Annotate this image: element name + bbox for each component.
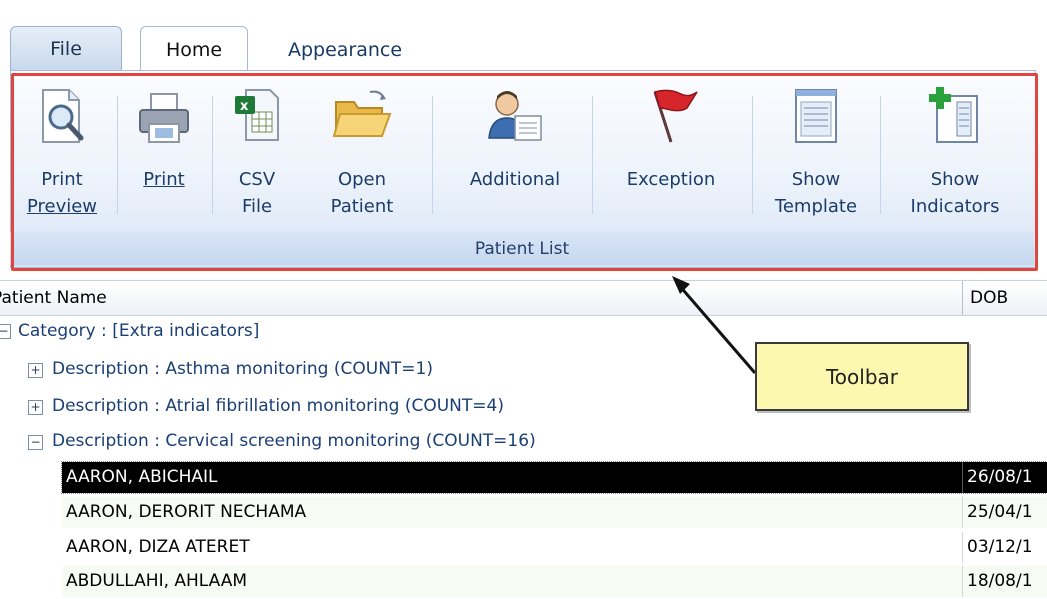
description-label: Description : Cervical screening monitor…	[52, 431, 536, 451]
dob-cell: 03/12/1	[962, 532, 1047, 563]
dob-cell: 26/08/1	[962, 462, 1047, 493]
expand-icon[interactable]: +	[28, 400, 43, 415]
dob-cell: 18/08/1	[962, 566, 1047, 597]
grid-header: Patient Name DOB	[0, 280, 1047, 316]
category-label: Category : [Extra indicators]	[18, 321, 260, 341]
column-header-dob[interactable]: DOB	[970, 288, 1008, 308]
patient-name-cell: ABDULLAHI, AHLAAM	[66, 571, 248, 591]
patient-name-cell: AARON, DIZA ATERET	[66, 537, 250, 557]
toolbar-highlight-box	[11, 73, 1038, 271]
collapse-icon[interactable]: −	[28, 435, 43, 450]
collapse-icon[interactable]: −	[0, 324, 11, 339]
expand-icon[interactable]: +	[28, 363, 43, 378]
table-row[interactable]: ABDULLAHI, AHLAAM 18/08/1	[62, 566, 1047, 597]
description-label: Description : Atrial fibrillation monito…	[52, 396, 504, 416]
patient-name-cell: AARON, DERORIT NECHAMA	[66, 502, 307, 522]
patient-name-cell: AARON, ABICHAIL	[66, 467, 218, 487]
tab-home[interactable]: Home	[140, 26, 248, 73]
dob-cell: 25/04/1	[962, 497, 1047, 528]
table-row[interactable]: AARON, DERORIT NECHAMA 25/04/1	[62, 497, 1047, 528]
table-row[interactable]: AARON, DIZA ATERET 03/12/1	[62, 532, 1047, 563]
tab-appearance[interactable]: Appearance	[270, 30, 420, 70]
description-row[interactable]: − Description : Cervical screening monit…	[0, 424, 1047, 459]
table-row-selected[interactable]: AARON, ABICHAIL 26/08/1	[61, 461, 1047, 494]
tab-file[interactable]: File	[10, 26, 122, 70]
column-header-patient-name[interactable]: Patient Name	[0, 288, 107, 308]
toolbar-callout: Toolbar	[755, 342, 969, 411]
description-label: Description : Asthma monitoring (COUNT=1…	[52, 359, 433, 379]
